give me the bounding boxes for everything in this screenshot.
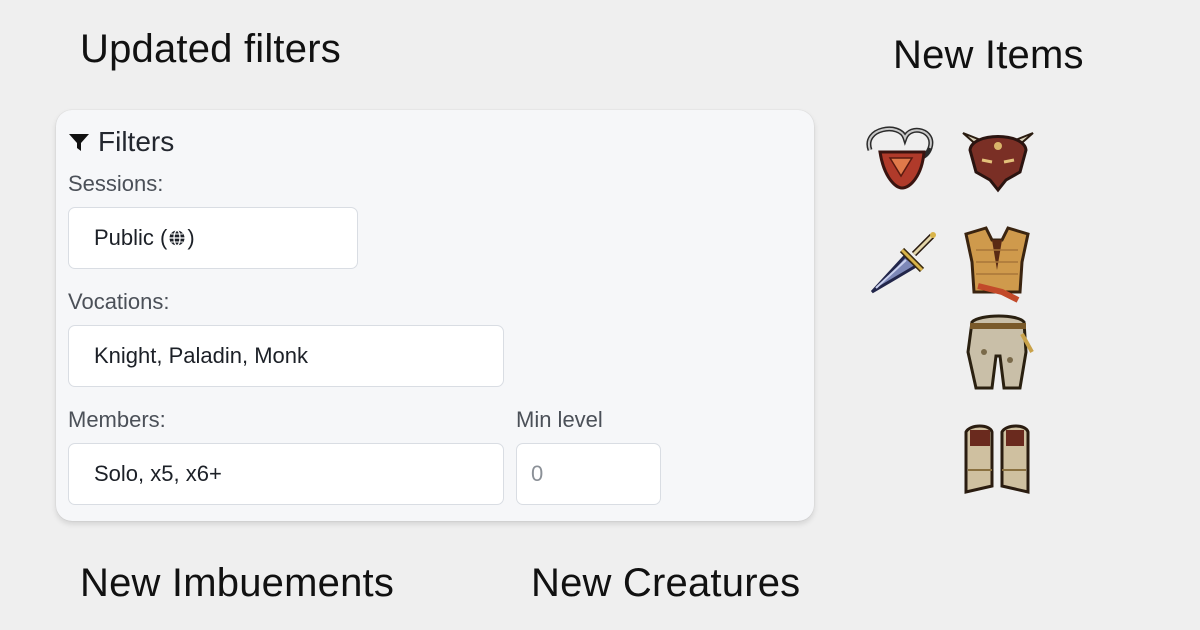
sessions-label: Sessions: bbox=[68, 171, 164, 196]
vocations-label: Vocations: bbox=[68, 289, 170, 314]
dagger-icon bbox=[870, 232, 936, 294]
filters-panel: Filters Sessions: Public ( ) Vocations: … bbox=[56, 110, 814, 521]
filters-toggle[interactable]: Filters bbox=[68, 126, 174, 158]
min-level-input[interactable]: 0 bbox=[516, 443, 661, 505]
sessions-value-suffix: ) bbox=[187, 225, 195, 250]
boots-icon bbox=[964, 424, 1030, 494]
members-value: Solo, x5, x6+ bbox=[94, 461, 222, 486]
sessions-value: Public ( bbox=[94, 225, 168, 250]
members-label: Members: bbox=[68, 407, 166, 432]
horned-helmet-icon bbox=[962, 132, 1034, 193]
amulet-icon bbox=[866, 126, 934, 190]
new-creatures-heading: New Creatures bbox=[531, 561, 801, 605]
updated-filters-heading: Updated filters bbox=[80, 27, 341, 71]
new-imbuements-heading: New Imbuements bbox=[80, 561, 395, 605]
sessions-select[interactable]: Public ( ) bbox=[68, 207, 358, 269]
min-level-value: 0 bbox=[531, 461, 544, 486]
new-items-heading: New Items bbox=[893, 33, 1084, 77]
armor-icon bbox=[964, 226, 1030, 303]
members-select[interactable]: Solo, x5, x6+ bbox=[68, 443, 504, 505]
vocations-value: Knight, Paladin, Monk bbox=[94, 343, 309, 368]
vocations-select[interactable]: Knight, Paladin, Monk bbox=[68, 325, 504, 387]
filters-title: Filters bbox=[98, 126, 175, 157]
legs-icon bbox=[966, 314, 1034, 390]
min-level-label: Min level bbox=[516, 407, 603, 432]
filter-funnel-icon bbox=[69, 134, 89, 151]
globe-icon bbox=[169, 229, 185, 247]
